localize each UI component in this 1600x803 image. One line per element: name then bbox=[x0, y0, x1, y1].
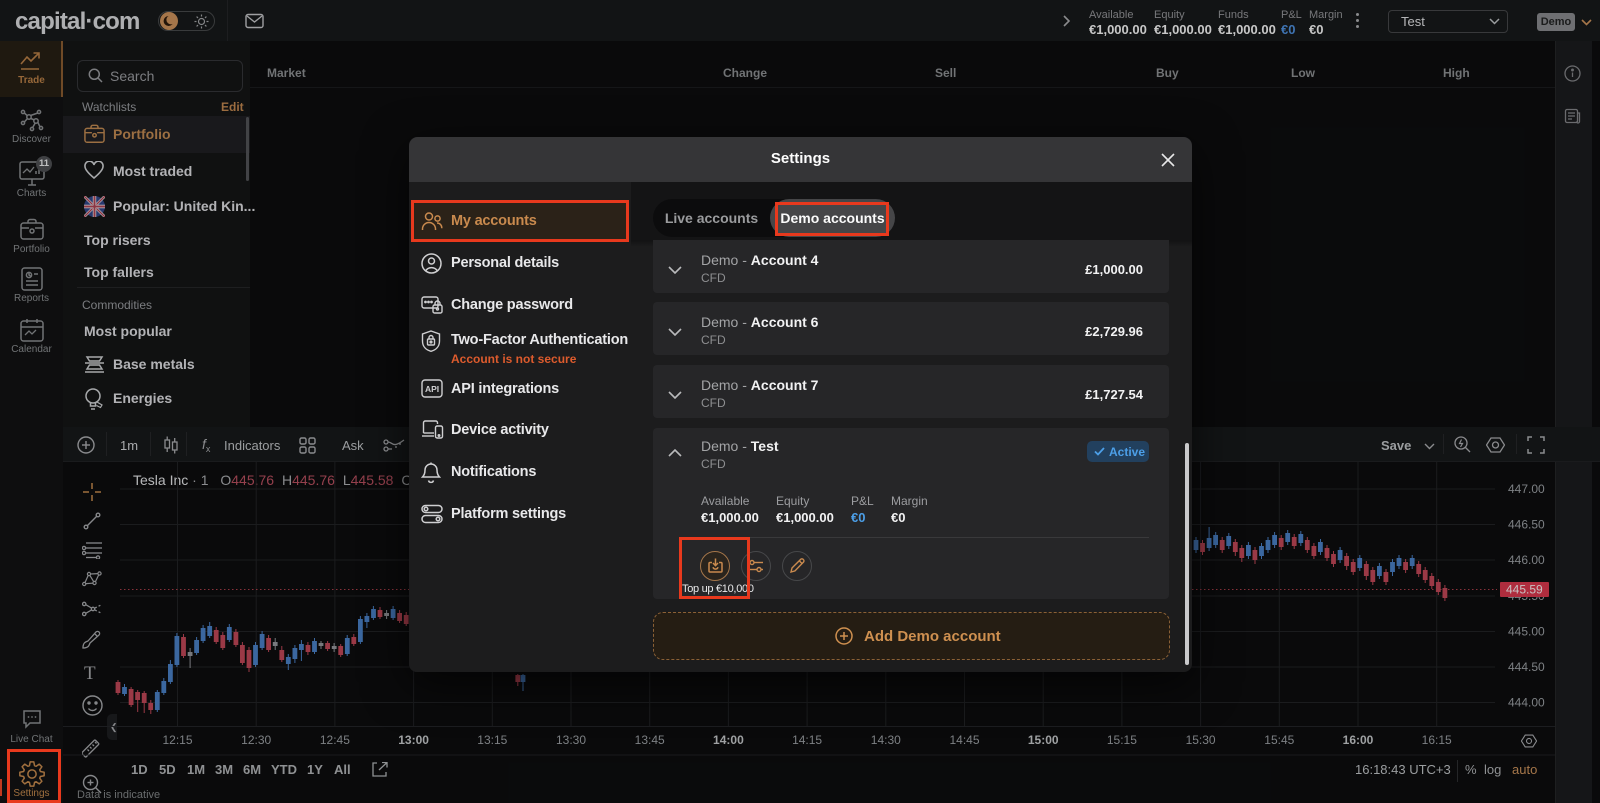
svg-text:API: API bbox=[425, 384, 439, 394]
